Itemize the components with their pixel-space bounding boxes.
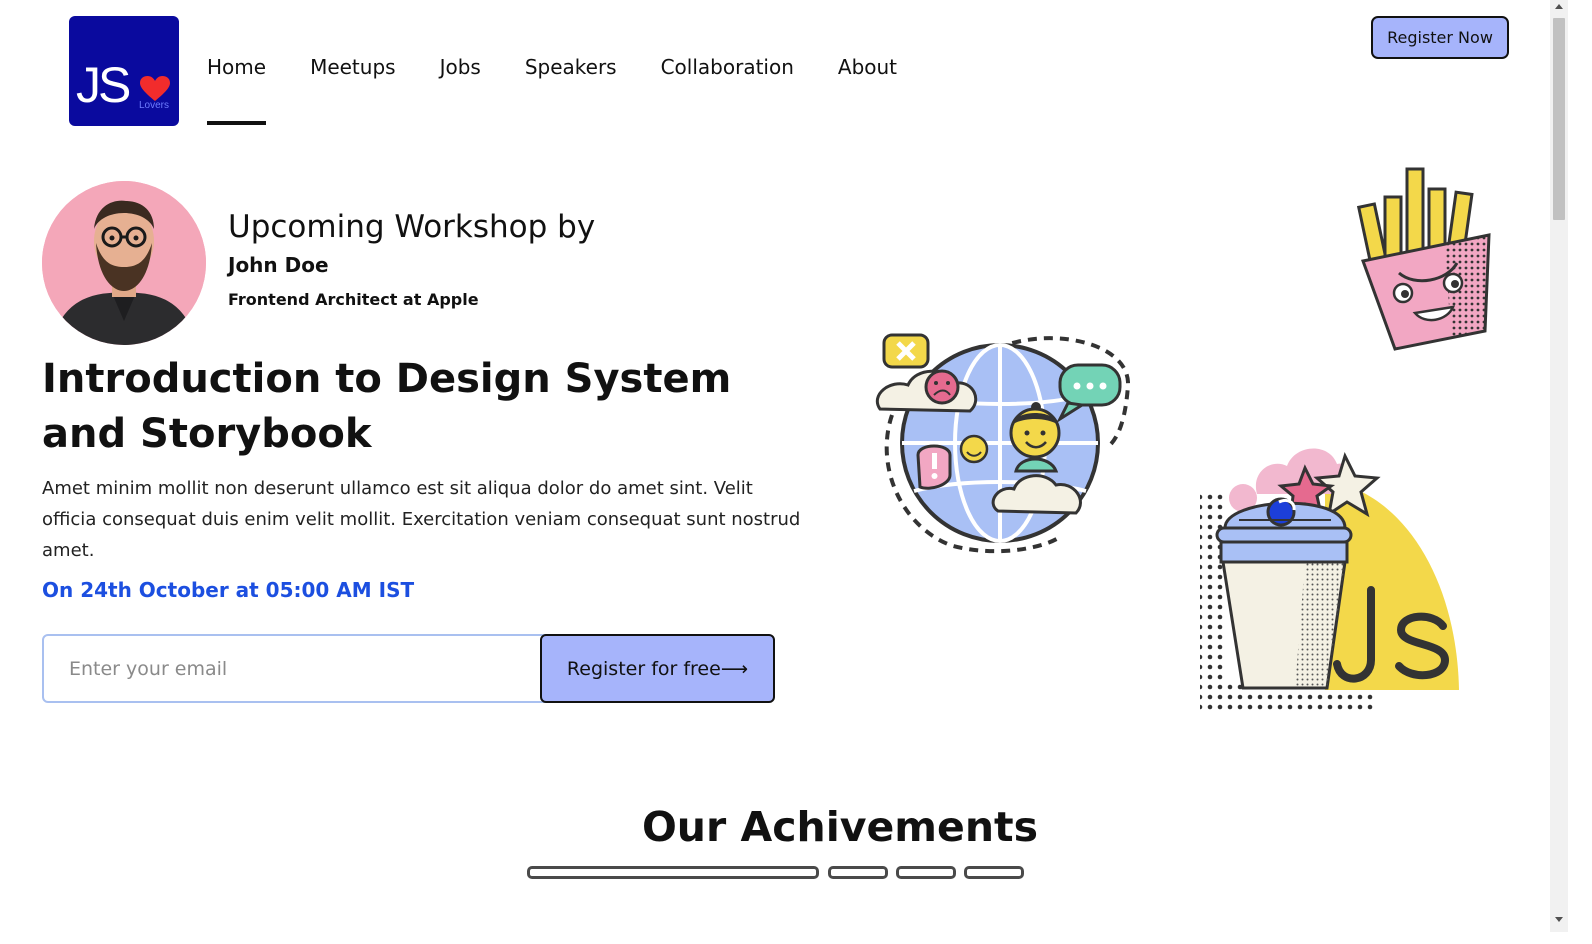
register-free-button[interactable]: Register for free⟶ [540, 634, 775, 703]
scroll-thumb[interactable] [1553, 18, 1565, 220]
email-input[interactable] [44, 636, 560, 701]
logo-text: JS [76, 57, 131, 113]
globe-chat-illustration [876, 333, 1131, 554]
nav-home[interactable]: Home [207, 55, 267, 127]
event-date: On 24th October at 05:00 AM IST [42, 578, 415, 602]
workshop-title: Introduction to Design System and Storyb… [42, 356, 732, 457]
achievements-title: Our Achivements [641, 803, 1039, 851]
nav-meetups[interactable]: Meetups [310, 55, 396, 127]
fries-illustration [1356, 167, 1491, 351]
workshop-description: Amet minim mollit non deserunt ullamco e… [42, 478, 801, 561]
scroll-up-icon[interactable] [1555, 4, 1563, 9]
pager-bar-4[interactable] [964, 866, 1024, 879]
speaker-name: John Doe [228, 253, 329, 277]
upcoming-heading: Upcoming Workshop by [228, 209, 596, 245]
nav-about[interactable]: About [838, 55, 897, 127]
speaker-avatar [42, 181, 206, 345]
pager-bar-3[interactable] [896, 866, 956, 879]
pager-bar-1[interactable] [527, 866, 819, 879]
speaker-role: Frontend Architect at Apple [228, 290, 479, 309]
speaker-photo [42, 181, 206, 345]
js-cup-illustration [1200, 448, 1459, 710]
pager-bar-2[interactable] [828, 866, 888, 879]
site-logo[interactable]: JS Lovers [69, 16, 179, 126]
heart-icon [140, 76, 170, 101]
nav-speakers[interactable]: Speakers [525, 55, 617, 127]
email-field-wrapper [42, 634, 562, 703]
logo-subtext: Lovers [139, 100, 170, 111]
page-scrollbar[interactable] [1550, 0, 1568, 932]
nav-collaboration[interactable]: Collaboration [661, 55, 794, 127]
scroll-down-icon[interactable] [1555, 917, 1563, 922]
register-now-button[interactable]: Register Now [1371, 16, 1509, 59]
main-nav: Home Meetups Jobs Speakers Collaboration… [207, 55, 897, 127]
nav-jobs[interactable]: Jobs [440, 55, 481, 127]
